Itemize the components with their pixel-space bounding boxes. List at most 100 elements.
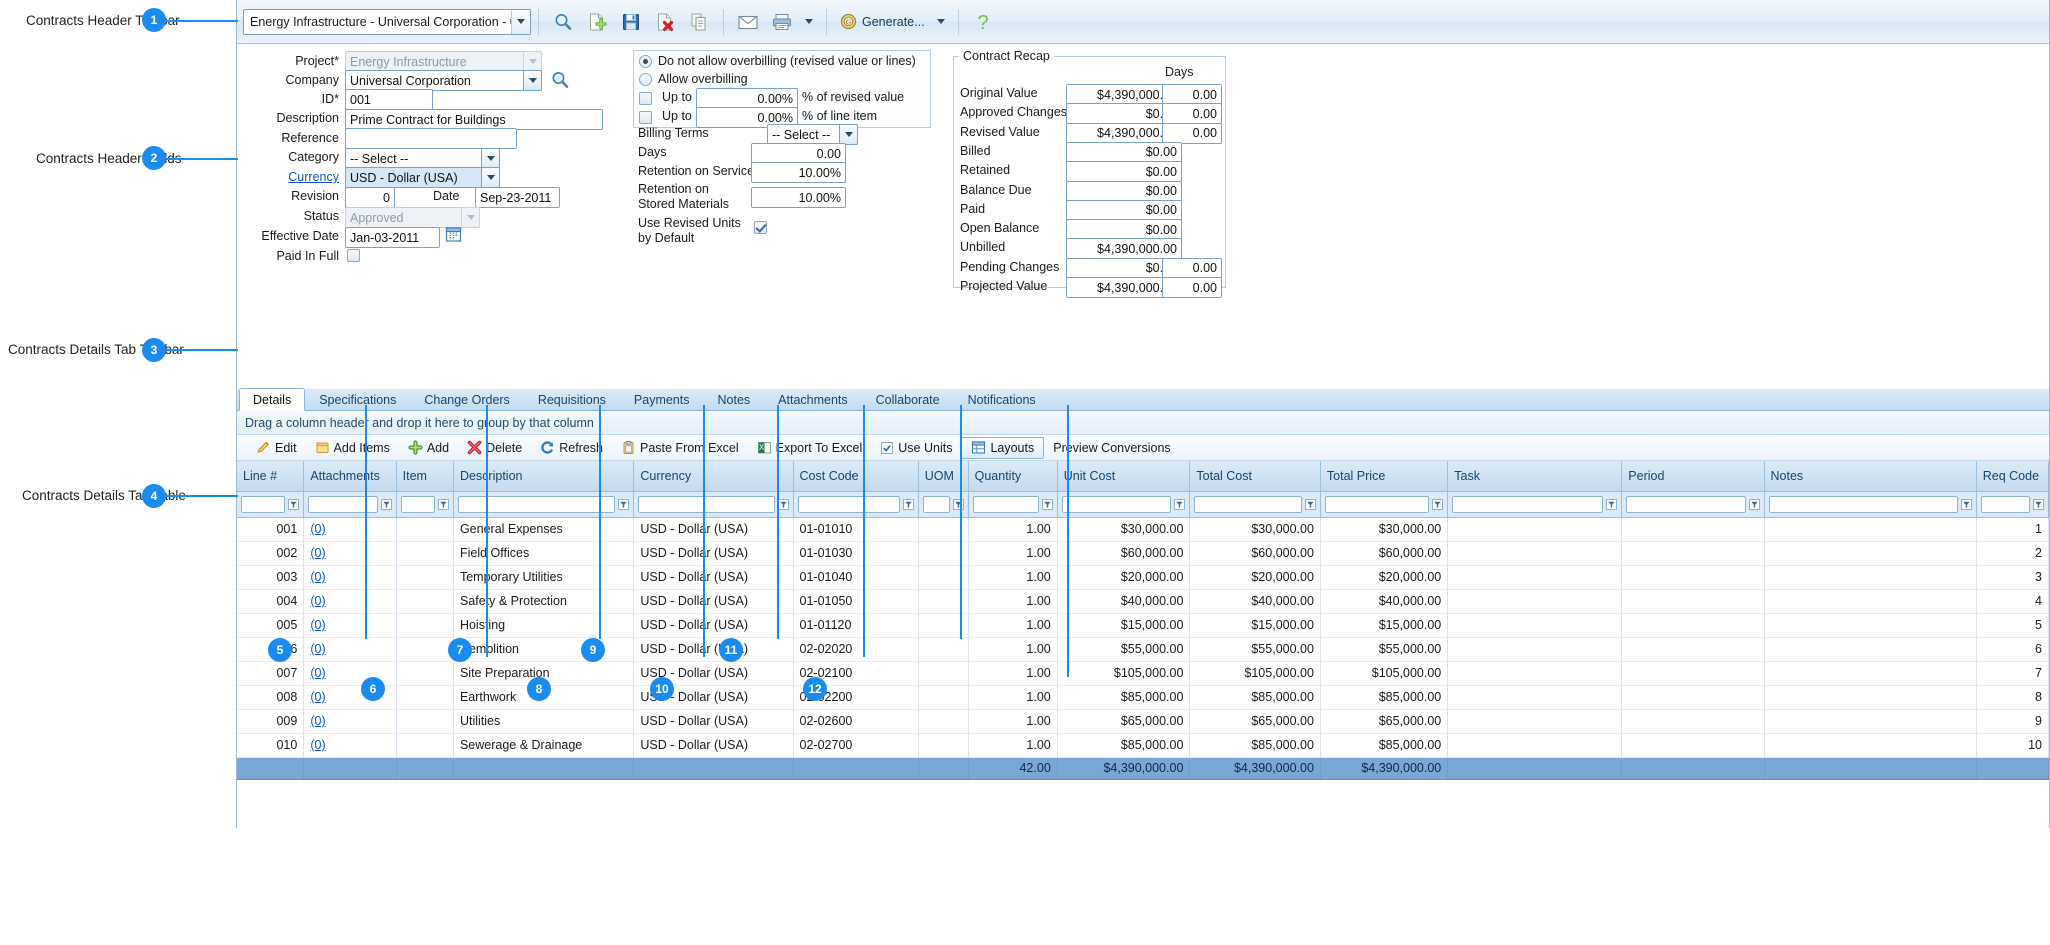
cell-quantity[interactable]: 1.00 [968, 541, 1058, 566]
cell-uom[interactable] [918, 637, 969, 662]
cell-currency[interactable]: USD - Dollar (USA) [633, 517, 794, 542]
attachment-count-link[interactable]: (0) [310, 738, 325, 752]
column-header-quantity[interactable]: Quantity [968, 461, 1058, 492]
cell-notes[interactable] [1764, 613, 1977, 638]
cell-quantity[interactable]: 1.00 [968, 565, 1058, 590]
cell-quantity[interactable]: 1.00 [968, 517, 1058, 542]
cell-uom[interactable] [918, 709, 969, 734]
cell-item[interactable] [396, 613, 454, 638]
export-to-excel-button[interactable]: X Export To Excel [748, 437, 872, 459]
cell-task[interactable] [1447, 685, 1623, 710]
cell-quantity[interactable]: 1.00 [968, 709, 1058, 734]
filter-input[interactable] [922, 495, 950, 513]
cell-cost-code[interactable]: 01-01010 [793, 517, 919, 542]
attachment-count-link[interactable]: (0) [310, 546, 325, 560]
delete-button[interactable]: Delete [458, 437, 531, 459]
cell-total-cost[interactable]: $55,000.00 [1189, 637, 1321, 662]
filter-input[interactable] [1768, 495, 1958, 513]
filter-input[interactable] [241, 495, 286, 513]
cell-item[interactable] [396, 541, 454, 566]
column-header-total-price[interactable]: Total Price [1320, 461, 1449, 492]
use-revised-units-checkbox[interactable] [754, 221, 767, 234]
description-field[interactable]: Prime Contract for Buildings [345, 109, 603, 130]
column-header-notes[interactable]: Notes [1764, 461, 1977, 492]
cell-total-cost[interactable]: $105,000.00 [1189, 661, 1321, 686]
filter-cell[interactable] [453, 491, 635, 518]
cell-notes[interactable] [1764, 661, 1977, 686]
no-overbilling-radio[interactable] [639, 55, 652, 68]
record-selector-dropdown-button[interactable] [511, 9, 530, 34]
filter-cell[interactable] [396, 491, 454, 518]
column-header-total-cost[interactable]: Total Cost [1189, 461, 1321, 492]
column-header-task[interactable]: Task [1447, 461, 1623, 492]
cell-currency[interactable]: USD - Dollar (USA) [633, 733, 794, 758]
column-header-period[interactable]: Period [1621, 461, 1765, 492]
cell-task[interactable] [1447, 565, 1623, 590]
cell-total-price[interactable]: $55,000.00 [1320, 637, 1449, 662]
help-button[interactable]: ? [966, 6, 1000, 38]
cell-period[interactable] [1621, 517, 1765, 542]
cell-total-cost[interactable]: $20,000.00 [1189, 565, 1321, 590]
tab-specifications[interactable]: Specifications [305, 388, 410, 410]
cell-task[interactable] [1447, 541, 1623, 566]
cell-cost-code[interactable]: 02-02020 [793, 637, 919, 662]
cell-uom[interactable] [918, 685, 969, 710]
cell-req-code[interactable]: 1 [1976, 517, 2050, 542]
cell-attachments[interactable]: (0) [303, 517, 397, 542]
cell-unit-cost[interactable]: $15,000.00 [1057, 613, 1191, 638]
cell-attachments[interactable]: (0) [303, 541, 397, 566]
cell-req-code[interactable]: 10 [1976, 733, 2050, 758]
cell-total-price[interactable]: $15,000.00 [1320, 613, 1449, 638]
cell-period[interactable] [1621, 661, 1765, 686]
attachment-count-link[interactable]: (0) [310, 642, 325, 656]
new-document-button[interactable] [580, 6, 614, 38]
print-button[interactable] [765, 6, 799, 38]
cell-currency[interactable]: USD - Dollar (USA) [633, 541, 794, 566]
cell-description[interactable]: Demolition [453, 637, 635, 662]
cell-description[interactable]: Sewerage & Drainage [453, 733, 635, 758]
cell-unit-cost[interactable]: $40,000.00 [1057, 589, 1191, 614]
column-header-attachments[interactable]: Attachments [303, 461, 397, 492]
column-header-line[interactable]: Line # [237, 461, 305, 492]
filter-input[interactable] [1626, 495, 1746, 513]
cell-line[interactable]: 007 [237, 661, 305, 686]
cell-task[interactable] [1447, 733, 1623, 758]
effective-date-field[interactable]: Jan-03-2011 [345, 227, 440, 248]
table-row[interactable]: 005 (0) Hoisting USD - Dollar (USA) 01-01120… [237, 613, 2050, 638]
use-units-button[interactable]: Use Units [871, 437, 961, 459]
cell-quantity[interactable]: 1.00 [968, 613, 1058, 638]
cell-unit-cost[interactable]: $60,000.00 [1057, 541, 1191, 566]
cell-task[interactable] [1447, 637, 1623, 662]
add-button[interactable]: Add [399, 437, 458, 459]
cell-period[interactable] [1621, 637, 1765, 662]
cell-req-code[interactable]: 2 [1976, 541, 2050, 566]
filter-input[interactable] [1324, 495, 1430, 513]
cell-req-code[interactable]: 4 [1976, 589, 2050, 614]
table-row[interactable]: 010 (0) Sewerage & Drainage USD - Dollar (U… [237, 733, 2050, 758]
filter-input[interactable] [638, 495, 775, 513]
cell-total-cost[interactable]: $60,000.00 [1189, 541, 1321, 566]
tab-requisitions[interactable]: Requisitions [524, 388, 620, 410]
company-field[interactable]: Universal Corporation [345, 70, 542, 91]
filter-input[interactable] [1452, 495, 1604, 513]
cell-total-cost[interactable]: $85,000.00 [1189, 733, 1321, 758]
column-header-currency[interactable]: Currency [633, 461, 794, 492]
cell-unit-cost[interactable]: $85,000.00 [1057, 733, 1191, 758]
cell-total-price[interactable]: $105,000.00 [1320, 661, 1449, 686]
cell-notes[interactable] [1764, 709, 1977, 734]
currency-field[interactable]: USD - Dollar (USA) [345, 167, 500, 188]
email-button[interactable] [731, 6, 765, 38]
cell-req-code[interactable]: 3 [1976, 565, 2050, 590]
currency-link[interactable]: Currency [229, 170, 339, 184]
attachment-count-link[interactable]: (0) [310, 666, 325, 680]
cell-total-price[interactable]: $85,000.00 [1320, 733, 1449, 758]
cell-task[interactable] [1447, 709, 1623, 734]
table-row[interactable]: 001 (0) General Expenses USD - Dollar (USA)… [237, 517, 2050, 542]
layouts-button[interactable]: Layouts [961, 436, 1045, 459]
column-header-unit-cost[interactable]: Unit Cost [1057, 461, 1191, 492]
cell-currency[interactable]: USD - Dollar (USA) [633, 613, 794, 638]
cell-currency[interactable]: USD - Dollar (USA) [633, 637, 794, 662]
paste-from-excel-button[interactable]: Paste From Excel [612, 437, 748, 459]
cell-item[interactable] [396, 661, 454, 686]
cell-total-cost[interactable]: $15,000.00 [1189, 613, 1321, 638]
